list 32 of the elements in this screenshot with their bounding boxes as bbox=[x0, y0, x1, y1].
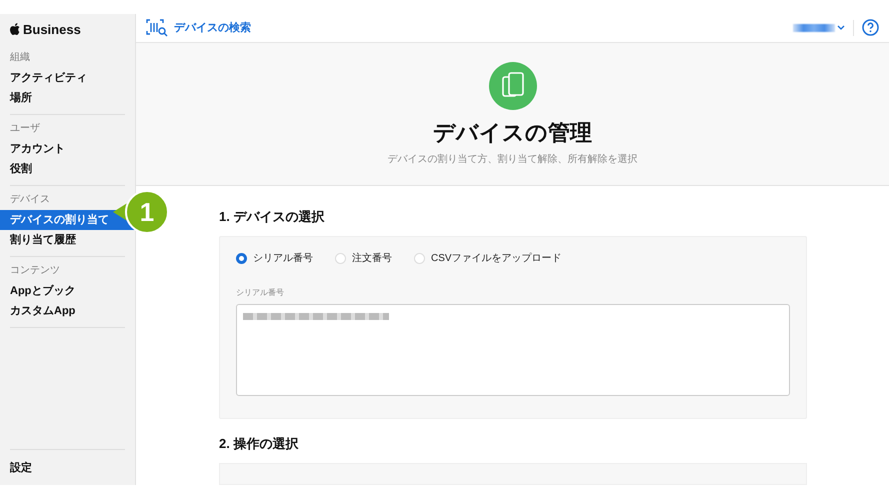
sidebar-section-heading: ユーザ bbox=[10, 122, 41, 135]
radio-option[interactable]: シリアル番号 bbox=[236, 251, 313, 265]
chevron-down-icon[interactable] bbox=[837, 24, 845, 31]
sidebar-item[interactable]: Appとブック bbox=[0, 281, 135, 301]
radio-label: シリアル番号 bbox=[253, 252, 313, 265]
brand-name: Business bbox=[23, 22, 81, 36]
device-search-link[interactable]: デバイスの検索 bbox=[174, 20, 251, 36]
sidebar-item[interactable]: 役割 bbox=[0, 159, 135, 179]
serial-number-input-field[interactable] bbox=[236, 304, 790, 396]
sidebar-section-heading: コンテンツ bbox=[10, 264, 61, 277]
help-icon[interactable] bbox=[862, 19, 879, 36]
step-number-badge: 1 bbox=[125, 190, 169, 234]
sidebar-item[interactable]: カスタムApp bbox=[0, 301, 135, 321]
section-title: 1. デバイスの選択 bbox=[219, 208, 326, 226]
sidebar-item[interactable]: アクティビティ bbox=[0, 68, 135, 88]
sidebar-item[interactable]: 場所 bbox=[0, 88, 135, 108]
account-menu-redacted[interactable] bbox=[793, 24, 835, 32]
radio-option[interactable]: 注文番号 bbox=[335, 251, 392, 265]
barcode-search-icon bbox=[146, 18, 168, 37]
field-label: シリアル番号 bbox=[236, 287, 285, 298]
radio-icon[interactable] bbox=[236, 252, 247, 264]
apple-logo-icon bbox=[10, 23, 20, 35]
page-title: デバイスの管理 bbox=[433, 118, 592, 147]
devices-icon bbox=[488, 62, 536, 110]
sidebar-item[interactable]: デバイスの割り当て bbox=[0, 210, 135, 230]
sidebar-item[interactable]: アカウント bbox=[0, 139, 135, 159]
page-subtitle: デバイスの割り当て方、割り当て解除、所有解除を選択 bbox=[388, 152, 638, 166]
sidebar-item[interactable]: 設定 bbox=[10, 449, 125, 485]
section-title: 2. 操作の選択 bbox=[219, 435, 300, 453]
sidebar-section-heading: 組織 bbox=[10, 50, 31, 64]
sidebar-section-heading: デバイス bbox=[10, 193, 51, 206]
radio-label: 注文番号 bbox=[352, 252, 392, 265]
